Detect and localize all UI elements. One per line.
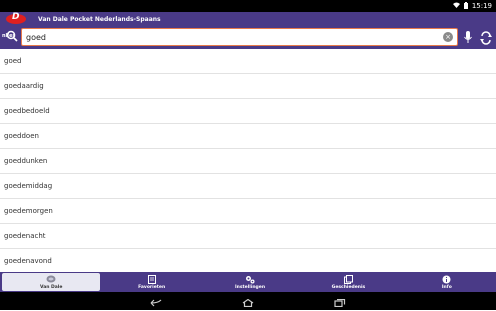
language-toggle-button[interactable]: nl/es bbox=[0, 26, 20, 49]
home-icon[interactable] bbox=[242, 292, 254, 311]
clear-search-button[interactable]: × bbox=[443, 32, 453, 42]
wifi-icon bbox=[452, 2, 460, 10]
list-item-label: goedenavond bbox=[4, 257, 52, 265]
list-item[interactable]: goeddunken bbox=[0, 149, 496, 174]
back-icon[interactable] bbox=[150, 292, 162, 311]
microphone-icon bbox=[464, 31, 472, 43]
battery-icon bbox=[463, 1, 468, 11]
list-item-label: goeddunken bbox=[4, 157, 48, 165]
list-item-label: goedemiddag bbox=[4, 182, 53, 190]
nav-label: Geschiedenis bbox=[331, 284, 366, 290]
list-item[interactable]: goedbedoeld bbox=[0, 99, 496, 124]
search-box[interactable]: × bbox=[21, 28, 458, 46]
nav-geschiedenis[interactable]: Geschiedenis bbox=[299, 272, 397, 292]
nav-instellingen[interactable]: Instellingen bbox=[201, 272, 299, 292]
close-icon: × bbox=[445, 33, 451, 41]
voice-search-button[interactable] bbox=[462, 29, 474, 47]
van-dale-icon bbox=[46, 275, 56, 284]
word-list: goed goedaardig goedbedoeld goeddoen goe… bbox=[0, 49, 496, 274]
status-time: 15:19 bbox=[471, 2, 492, 10]
info-icon bbox=[442, 275, 452, 284]
list-item-label: goedenacht bbox=[4, 232, 46, 240]
list-item-label: goed bbox=[4, 57, 22, 65]
swap-language-button[interactable] bbox=[478, 29, 494, 47]
list-item[interactable]: goedemorgen bbox=[0, 199, 496, 224]
nav-label: Info bbox=[441, 284, 452, 290]
app-bar: D Van Dale Pocket Nederlands-Spaans bbox=[0, 12, 496, 26]
nav-label: Van Dale bbox=[39, 284, 63, 290]
app-title: Van Dale Pocket Nederlands-Spaans bbox=[38, 15, 161, 23]
list-item-label: goedbedoeld bbox=[4, 107, 50, 115]
recent-apps-icon[interactable] bbox=[334, 292, 346, 311]
list-item[interactable]: goedaardig bbox=[0, 74, 496, 99]
nav-label: Instellingen bbox=[234, 284, 266, 290]
list-item[interactable]: goeddoen bbox=[0, 124, 496, 149]
history-icon bbox=[343, 274, 353, 284]
list-item[interactable]: goedemiddag bbox=[0, 174, 496, 199]
search-input[interactable] bbox=[26, 32, 426, 42]
nav-info[interactable]: Info bbox=[398, 272, 496, 292]
search-icon bbox=[6, 30, 18, 42]
nav-van-dale[interactable]: Van Dale bbox=[2, 273, 101, 291]
nav-favorieten[interactable]: Favorieten bbox=[102, 272, 200, 292]
list-item-label: goedemorgen bbox=[4, 207, 53, 215]
search-row: nl/es × bbox=[0, 26, 496, 49]
system-navigation-bar bbox=[0, 292, 496, 310]
list-item-label: goeddoen bbox=[4, 132, 39, 140]
list-item[interactable]: goedenacht bbox=[0, 224, 496, 249]
settings-icon bbox=[245, 275, 255, 284]
nav-label: Favorieten bbox=[138, 284, 166, 290]
app-logo[interactable]: D bbox=[4, 12, 34, 26]
list-item-label: goedaardig bbox=[4, 82, 44, 90]
favorites-icon bbox=[147, 274, 157, 284]
sync-icon bbox=[480, 31, 492, 45]
list-item[interactable]: goed bbox=[0, 49, 496, 74]
bottom-nav: Van Dale Favorieten Instellingen Geschie… bbox=[0, 272, 496, 292]
status-bar: 15:19 bbox=[0, 0, 496, 12]
list-item[interactable]: goedenavond bbox=[0, 249, 496, 274]
